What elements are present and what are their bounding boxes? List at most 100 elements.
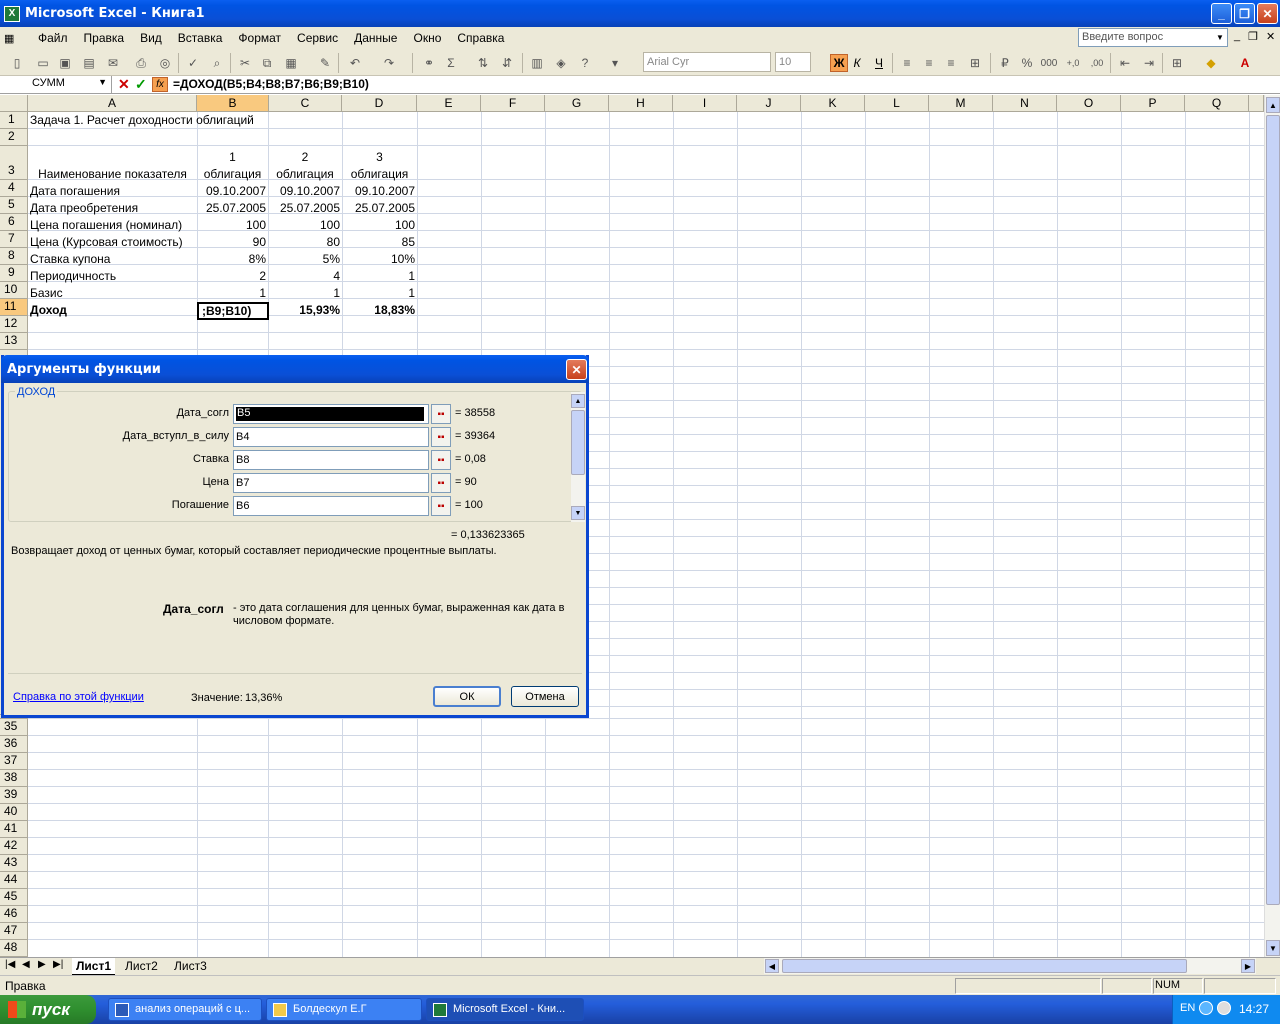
row-header[interactable]: 48	[0, 940, 28, 957]
menu-data[interactable]: Данные	[346, 31, 405, 45]
bold-icon[interactable]: Ж	[830, 54, 848, 72]
percent-icon[interactable]: %	[1018, 54, 1036, 72]
scroll-right-icon[interactable]: ▶	[1241, 959, 1255, 973]
menu-file[interactable]: Файл	[30, 31, 76, 45]
cell-a8[interactable]: Ставка купона	[30, 251, 110, 267]
active-cell-b11[interactable]: ;B9;B10)	[197, 302, 269, 320]
column-header[interactable]: L	[865, 95, 929, 112]
row-header[interactable]: 5	[0, 197, 28, 214]
row-header[interactable]: 40	[0, 804, 28, 821]
underline-icon[interactable]: Ч	[870, 54, 888, 72]
collapse-dialog-icon[interactable]: ▪▪	[431, 496, 451, 516]
menu-window[interactable]: Окно	[405, 31, 449, 45]
last-sheet-icon[interactable]: ▶|	[53, 959, 63, 970]
menu-edit[interactable]: Правка	[76, 31, 133, 45]
taskbar-item-folder[interactable]: Болдескул Е.Г	[266, 998, 422, 1021]
cell-c4[interactable]: 09.10.2007	[268, 183, 340, 199]
cell-d9[interactable]: 1	[342, 268, 415, 284]
tray-expand-icon[interactable]	[1199, 1001, 1213, 1015]
column-header[interactable]: N	[993, 95, 1057, 112]
spelling-icon[interactable]: ✓	[184, 54, 202, 72]
thousands-icon[interactable]: 000	[1040, 54, 1058, 72]
print-icon[interactable]: ⎙	[132, 54, 150, 72]
cell-c8[interactable]: 5%	[268, 251, 340, 267]
cell-d10[interactable]: 1	[342, 285, 415, 301]
doc-minimize-button[interactable]: _	[1234, 30, 1240, 42]
cut-icon[interactable]: ✂	[236, 54, 254, 72]
cancel-button[interactable]: Отмена	[511, 686, 579, 707]
row-header[interactable]: 35	[0, 719, 28, 736]
borders-icon[interactable]: ⊞	[1168, 54, 1186, 72]
column-header[interactable]: Q	[1185, 95, 1249, 112]
cell-b5[interactable]: 25.07.2005	[197, 200, 266, 216]
row-header[interactable]: 10	[0, 282, 28, 299]
prev-sheet-icon[interactable]: ◀	[22, 959, 30, 970]
row-header[interactable]: 6	[0, 214, 28, 231]
collapse-dialog-icon[interactable]: ▪▪	[431, 404, 451, 424]
workbook-icon[interactable]: ▦	[0, 32, 30, 45]
cell-b6[interactable]: 100	[197, 217, 266, 233]
enter-formula-icon[interactable]: ✓	[135, 76, 147, 93]
increase-indent-icon[interactable]: ⇥	[1140, 54, 1158, 72]
cell-d5[interactable]: 25.07.2005	[342, 200, 415, 216]
undo-icon[interactable]: ↶	[346, 54, 364, 72]
chart-icon[interactable]: ▥	[528, 54, 546, 72]
cell-a3[interactable]: Наименование показателя	[28, 166, 197, 182]
cell-b8[interactable]: 8%	[197, 251, 266, 267]
vertical-scroll-thumb[interactable]	[1266, 115, 1280, 905]
drawing-icon[interactable]: ◈	[552, 54, 570, 72]
merge-icon[interactable]: ⊞	[966, 54, 984, 72]
arg-input-price[interactable]: B7	[233, 473, 429, 493]
arg-input-settlement[interactable]: B5	[233, 404, 429, 424]
decrease-decimal-icon[interactable]: ,00	[1088, 54, 1106, 72]
cell-d7[interactable]: 85	[342, 234, 415, 250]
cell-a5[interactable]: Дата преобретения	[30, 200, 138, 216]
row-header[interactable]: 12	[0, 316, 28, 333]
cell-d3-line1[interactable]: 3	[342, 149, 417, 165]
row-header[interactable]: 42	[0, 838, 28, 855]
ok-button[interactable]: ОК	[433, 686, 501, 707]
row-header[interactable]: 47	[0, 923, 28, 940]
preview-icon[interactable]: ◎	[156, 54, 174, 72]
row-header[interactable]: 9	[0, 265, 28, 282]
taskbar-item-excel[interactable]: Microsoft Excel - Кни...	[426, 998, 584, 1021]
save-icon[interactable]: ▣	[56, 54, 74, 72]
column-header[interactable]: P	[1121, 95, 1185, 112]
row-header[interactable]: 41	[0, 821, 28, 838]
cell-d3-line2[interactable]: облигация	[342, 166, 417, 182]
align-left-icon[interactable]: ≡	[898, 54, 916, 72]
row-header[interactable]: 37	[0, 753, 28, 770]
column-header[interactable]: O	[1057, 95, 1121, 112]
cancel-formula-icon[interactable]: ✕	[118, 76, 130, 93]
row-header[interactable]: 46	[0, 906, 28, 923]
decrease-indent-icon[interactable]: ⇤	[1116, 54, 1134, 72]
column-header[interactable]: J	[737, 95, 801, 112]
arguments-scrollbar[interactable]: ▲ ▼	[571, 392, 585, 522]
cell-a7[interactable]: Цена (Курсовая стоимость)	[30, 234, 183, 250]
menu-insert[interactable]: Вставка	[170, 31, 231, 45]
row-header[interactable]: 36	[0, 736, 28, 753]
row-header[interactable]: 39	[0, 787, 28, 804]
row-header[interactable]: 43	[0, 855, 28, 872]
column-header[interactable]: M	[929, 95, 993, 112]
italic-icon[interactable]: К	[848, 54, 866, 72]
chevron-down-icon[interactable]: ▼	[1213, 29, 1227, 46]
research-icon[interactable]: ⌕	[208, 54, 226, 72]
cell-b4[interactable]: 09.10.2007	[197, 183, 266, 199]
collapse-dialog-icon[interactable]: ▪▪	[431, 450, 451, 470]
cell-b10[interactable]: 1	[197, 285, 266, 301]
scroll-left-icon[interactable]: ◀	[765, 959, 779, 973]
row-header[interactable]: 44	[0, 872, 28, 889]
arguments-scroll-thumb[interactable]	[571, 410, 585, 475]
row-header[interactable]: 11	[0, 299, 28, 316]
cell-d6[interactable]: 100	[342, 217, 415, 233]
cell-b9[interactable]: 2	[197, 268, 266, 284]
column-header[interactable]: H	[609, 95, 673, 112]
column-header[interactable]: B	[197, 95, 269, 112]
format-painter-icon[interactable]: ✎	[316, 54, 334, 72]
help-icon[interactable]: ?	[576, 54, 594, 72]
column-header[interactable]: I	[673, 95, 737, 112]
arg-input-rate[interactable]: B8	[233, 450, 429, 470]
cell-d4[interactable]: 09.10.2007	[342, 183, 415, 199]
cell-c10[interactable]: 1	[268, 285, 340, 301]
